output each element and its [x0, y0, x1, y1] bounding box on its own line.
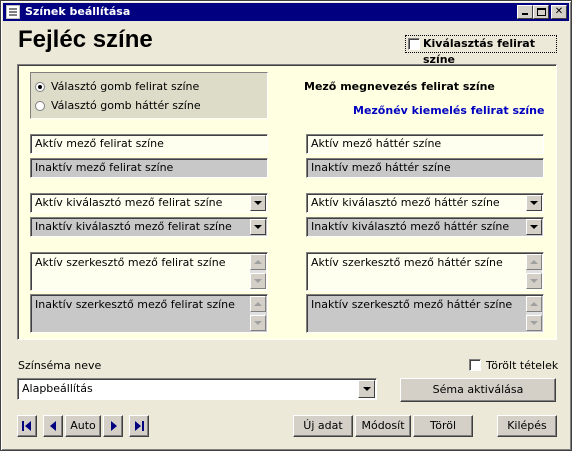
- inactive-select-bg-color[interactable]: Inaktív kiválasztó mező háttér színe: [306, 217, 544, 237]
- close-button[interactable]: ✕: [551, 5, 567, 19]
- inactive-select-text-color[interactable]: Inaktív kiválasztó mező felirat színe: [30, 217, 268, 237]
- combo-value: Inaktív kiválasztó mező felirat színe: [35, 220, 232, 233]
- scroll-down-icon[interactable]: [526, 315, 542, 331]
- first-record-icon: [22, 421, 31, 431]
- scroll-down-icon[interactable]: [526, 273, 542, 289]
- minimize-button[interactable]: [517, 5, 533, 19]
- radio-unselected-icon[interactable]: [35, 101, 45, 111]
- first-record-button[interactable]: [17, 415, 37, 437]
- inactive-field-text-color[interactable]: Inaktív mező felirat színe: [30, 158, 268, 178]
- active-select-text-color[interactable]: Aktív kiválasztó mező felirat színe: [30, 193, 268, 213]
- scroll-down-icon[interactable]: [250, 315, 266, 331]
- radio-option-text-color[interactable]: Választó gomb felirat színe: [35, 79, 265, 95]
- activate-scheme-button[interactable]: Séma aktiválása: [400, 378, 556, 402]
- deleted-items-label: Törölt tételek: [486, 359, 559, 372]
- maximize-button[interactable]: [533, 5, 549, 19]
- combo-value: Aktív kiválasztó mező háttér színe: [311, 196, 500, 209]
- vertical-scrollbar[interactable]: [250, 296, 266, 331]
- last-record-icon: [135, 421, 144, 431]
- next-record-button[interactable]: [103, 415, 123, 437]
- settings-window: Színek beállítása ✕ Fejléc színe Kiválas…: [0, 0, 572, 451]
- radio-option-label: Választó gomb felirat színe: [51, 80, 200, 93]
- previous-record-icon: [50, 421, 56, 431]
- chevron-down-icon[interactable]: [358, 380, 375, 398]
- maximize-icon: [537, 8, 546, 16]
- select-label-color-checkbox[interactable]: Kiválasztás felirat színe: [405, 35, 557, 66]
- radio-button-group: Választó gomb felirat színe Választó gom…: [30, 72, 268, 119]
- app-icon: [6, 5, 20, 19]
- radio-selected-icon[interactable]: [35, 82, 45, 92]
- combo-value: Inaktív kiválasztó mező háttér színe: [311, 220, 510, 233]
- scroll-up-icon[interactable]: [250, 254, 266, 270]
- scheme-select[interactable]: Alapbeállítás: [17, 378, 377, 400]
- active-edit-text-color[interactable]: Aktív szerkesztő mező felirat színe: [30, 252, 268, 291]
- active-edit-bg-color[interactable]: Aktív szerkesztő mező háttér színe: [306, 252, 544, 291]
- scheme-select-value: Alapbeállítás: [22, 382, 93, 395]
- scroll-up-icon[interactable]: [526, 296, 542, 312]
- combo-value: Aktív kiválasztó mező felirat színe: [35, 196, 223, 209]
- memo-value: Inaktív szerkesztő mező háttér színe: [311, 298, 513, 311]
- scroll-down-icon[interactable]: [250, 273, 266, 289]
- vertical-scrollbar[interactable]: [526, 296, 542, 331]
- scroll-up-icon[interactable]: [526, 254, 542, 270]
- delete-button[interactable]: Töröl: [413, 415, 473, 437]
- scheme-name-label: Színséma neve: [18, 359, 102, 372]
- title-bar[interactable]: Színek beállítása ✕: [3, 3, 569, 21]
- next-record-icon: [111, 421, 117, 431]
- page-title: Fejléc színe: [18, 26, 153, 53]
- last-record-button[interactable]: [129, 415, 149, 437]
- active-field-bg-color[interactable]: Aktív mező háttér színe: [306, 134, 544, 154]
- minimize-icon: [522, 13, 528, 15]
- chevron-down-icon[interactable]: [250, 219, 266, 235]
- radio-option-label: Választó gomb háttér színe: [51, 99, 201, 112]
- inactive-edit-bg-color[interactable]: Inaktív szerkesztő mező háttér színe: [306, 294, 544, 333]
- active-select-bg-color[interactable]: Aktív kiválasztó mező háttér színe: [306, 193, 544, 213]
- color-settings-panel: Választó gomb felirat színe Választó gom…: [17, 64, 557, 340]
- active-field-text-color[interactable]: Aktív mező felirat színe: [30, 134, 268, 154]
- field-name-highlight-label[interactable]: Mezőnév kiemelés felirat színe: [353, 104, 544, 117]
- deleted-items-checkbox[interactable]: Törölt tételek: [469, 358, 559, 374]
- scroll-up-icon[interactable]: [250, 296, 266, 312]
- memo-value: Inaktív szerkesztő mező felirat színe: [35, 298, 235, 311]
- window-title: Színek beállítása: [25, 5, 131, 18]
- new-record-button[interactable]: Új adat: [293, 415, 353, 437]
- previous-record-button[interactable]: [43, 415, 63, 437]
- vertical-scrollbar[interactable]: [526, 254, 542, 289]
- checkbox-box[interactable]: [469, 359, 481, 371]
- inactive-edit-text-color[interactable]: Inaktív szerkesztő mező felirat színe: [30, 294, 268, 333]
- chevron-down-icon[interactable]: [250, 195, 266, 211]
- radio-option-bg-color[interactable]: Választó gomb háttér színe: [35, 98, 265, 114]
- vertical-scrollbar[interactable]: [250, 254, 266, 289]
- chevron-down-icon[interactable]: [526, 219, 542, 235]
- checkbox-box[interactable]: [408, 38, 420, 50]
- exit-button[interactable]: Kilépés: [497, 415, 557, 437]
- modify-button[interactable]: Módosít: [355, 415, 411, 437]
- inactive-field-bg-color[interactable]: Inaktív mező háttér színe: [306, 158, 544, 178]
- memo-value: Aktív szerkesztő mező felirat színe: [35, 256, 226, 269]
- close-icon: ✕: [554, 6, 564, 17]
- chevron-down-icon[interactable]: [526, 195, 542, 211]
- field-name-text-color-label: Mező megnevezés felirat színe: [304, 80, 495, 93]
- memo-value: Aktív szerkesztő mező háttér színe: [311, 256, 503, 269]
- auto-button[interactable]: Auto: [65, 415, 101, 437]
